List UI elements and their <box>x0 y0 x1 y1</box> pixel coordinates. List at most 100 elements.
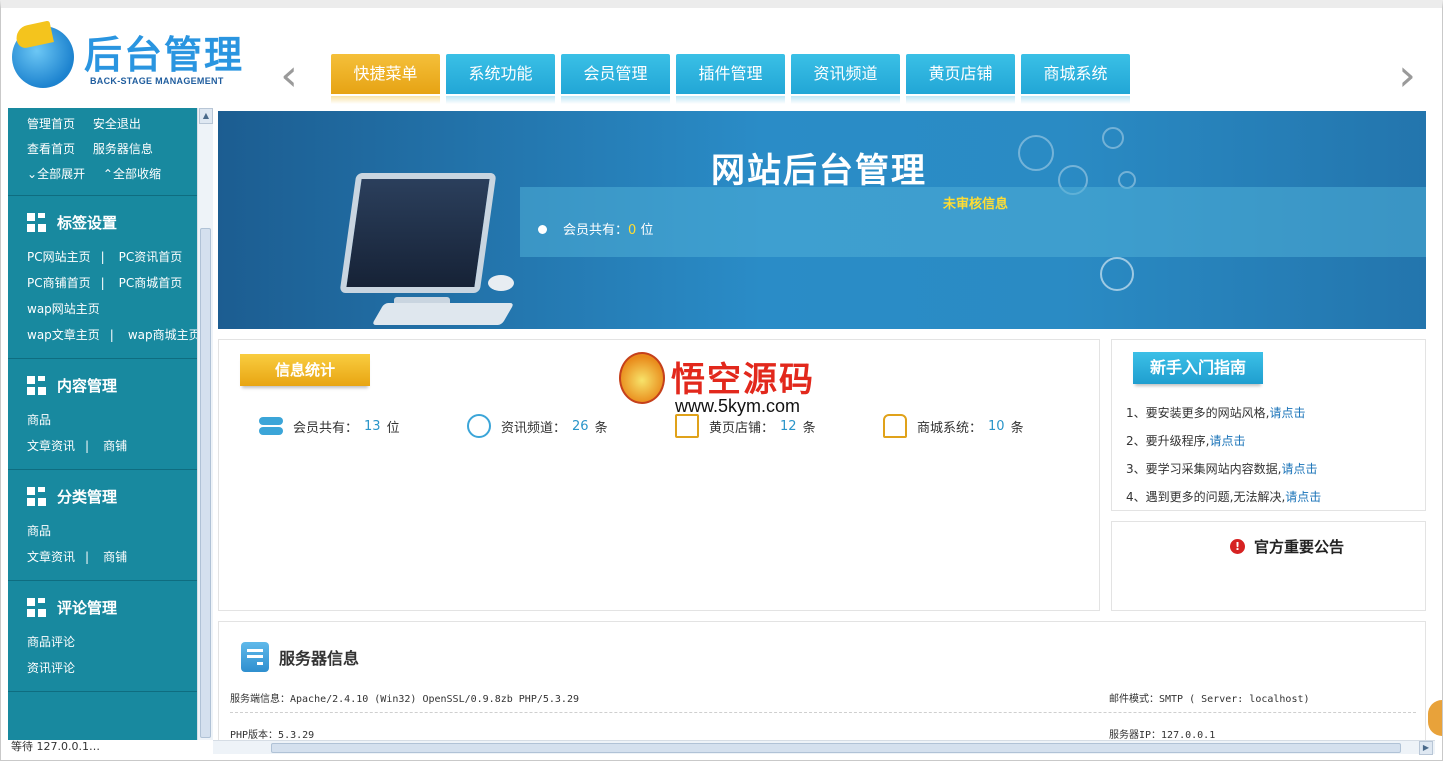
scroll-up-icon[interactable]: ▲ <box>199 108 213 124</box>
collapse-all-link[interactable]: ⌃全部收缩 <box>103 167 161 181</box>
chevron-right-icon[interactable]: › <box>1394 54 1420 98</box>
sidebar-link[interactable]: PC资讯首页 <box>119 250 183 264</box>
sidebar-link[interactable]: 商铺 <box>103 550 127 564</box>
divider: | <box>85 550 90 564</box>
scroll-right-icon[interactable]: ▶ <box>1419 741 1433 755</box>
chevron-down-icon: ⌄ <box>27 167 38 181</box>
stat-unit: 位 <box>386 420 400 436</box>
sidebar: 管理首页 安全退出 查看首页 服务器信息 ⌄全部展开 ⌃全部收缩 标签设置 PC… <box>8 108 197 740</box>
sidebar-section-tags: 标签设置 PC网站主页 | PC资讯首页 PC商铺首页 | PC商城首页 wap网站主页… <box>8 196 197 359</box>
grid-icon <box>27 376 47 396</box>
sidebar-link[interactable]: wap网站主页 <box>27 302 100 316</box>
logo-subtitle: BACK-STAGE MANAGEMENT <box>90 76 224 86</box>
mouse-illustration <box>488 275 514 291</box>
watermark: 悟空源码 www.5kym.com <box>619 348 839 418</box>
divider: | <box>100 276 105 290</box>
server-info-panel: 服务器信息 服务端信息：Apache/2.4.10 (Win32) OpenSS… <box>218 621 1426 751</box>
section-header[interactable]: 分类管理 <box>27 482 197 512</box>
divider: | <box>109 328 114 342</box>
list-item: 4、遇到更多的问题,无法解决,请点击 <box>1126 486 1321 514</box>
toggle-icon <box>259 414 283 438</box>
sidebar-section-category: 分类管理 商品 文章资讯 | 商铺 <box>8 470 197 581</box>
divider: | <box>100 250 105 264</box>
sidebar-link[interactable]: wap文章主页 <box>27 328 100 342</box>
sidebar-link[interactable]: 文章资讯 <box>27 439 75 453</box>
section-header[interactable]: 内容管理 <box>27 371 197 401</box>
guide-title: 新手入门指南 <box>1133 352 1263 384</box>
sidebar-link[interactable]: PC商城首页 <box>119 276 183 290</box>
scrollbar-thumb[interactable] <box>200 228 211 738</box>
sidebar-link-logout[interactable]: 安全退出 <box>93 117 141 131</box>
stat-value: 26 <box>572 418 589 434</box>
tab-mall[interactable]: 商城系统 <box>1021 54 1130 104</box>
sidebar-link-admin-home[interactable]: 管理首页 <box>27 117 75 131</box>
guide-link[interactable]: 请点击 <box>1269 406 1305 420</box>
guide-text: 1、要安装更多的网站风格, <box>1126 406 1270 420</box>
guide-text: 3、要学习采集网站内容数据, <box>1126 462 1282 476</box>
sidebar-link[interactable]: 资讯评论 <box>27 661 75 675</box>
sidebar-link[interactable]: 商品评论 <box>27 635 75 649</box>
list-item: 1、要安装更多的网站风格,请点击 <box>1126 402 1321 430</box>
stat-shops: 黄页店铺： 12 条 <box>675 414 883 438</box>
horizontal-scrollbar[interactable]: ▶ <box>213 740 1435 755</box>
section-header[interactable]: 标签设置 <box>27 208 197 238</box>
sidebar-link[interactable]: PC商铺首页 <box>27 276 91 290</box>
beginner-guide-panel: 新手入门指南 1、要安装更多的网站风格,请点击 2、要升级程序,请点击 3、要学… <box>1111 339 1426 511</box>
sidebar-link-server-info[interactable]: 服务器信息 <box>93 142 153 156</box>
stat-unit: 条 <box>1010 420 1024 436</box>
guide-link[interactable]: 请点击 <box>1209 434 1245 448</box>
pending-member-count: 0 <box>628 223 637 238</box>
info-stats-panel: 信息统计 悟空源码 www.5kym.com 会员共有： 13 位 资讯频道： 26 条… <box>218 339 1100 611</box>
official-notice-panel: ! 官方重要公告 <box>1111 521 1426 611</box>
section-header[interactable]: 评论管理 <box>27 593 197 623</box>
stat-unit: 条 <box>594 420 608 436</box>
stat-value: 13 <box>364 418 381 434</box>
stat-value: 10 <box>988 418 1005 434</box>
mail-mode: 邮件模式：SMTP ( Server: localhost) <box>1109 694 1310 705</box>
floating-widget[interactable] <box>1428 700 1442 736</box>
sidebar-quick-links: 管理首页 安全退出 查看首页 服务器信息 ⌄全部展开 ⌃全部收缩 <box>8 108 197 196</box>
globe-icon <box>467 414 491 438</box>
chevron-left-icon[interactable]: ‹ <box>276 54 302 98</box>
list-item: 2、要升级程序,请点击 <box>1126 430 1321 458</box>
stat-label: 黄页店铺： <box>709 420 775 436</box>
grid-icon <box>27 598 47 618</box>
stat-label: 资讯频道： <box>501 420 567 436</box>
tab-plugins[interactable]: 插件管理 <box>676 54 785 104</box>
guide-link[interactable]: 请点击 <box>1285 490 1321 504</box>
sidebar-link[interactable]: wap商城主页 <box>128 328 197 342</box>
pending-member-label: 会员共有： <box>563 223 629 238</box>
divider: | <box>85 439 90 453</box>
collapse-all-label: 全部收缩 <box>112 167 161 181</box>
tab-yellow-pages[interactable]: 黄页店铺 <box>906 54 1015 104</box>
section-title: 评论管理 <box>57 599 118 617</box>
status-bar: 等待 127.0.0.1… <box>1 740 213 760</box>
tab-news[interactable]: 资讯频道 <box>791 54 900 104</box>
pending-members-row: 会员共有：0 位 <box>538 219 653 238</box>
stat-mall: 商城系统： 10 条 <box>883 414 1091 438</box>
alert-icon: ! <box>1230 539 1245 554</box>
logo: 后台管理 BACK-STAGE MANAGEMENT <box>12 20 252 92</box>
sidebar-link-view-home[interactable]: 查看首页 <box>27 142 75 156</box>
sidebar-link[interactable]: 文章资讯 <box>27 550 75 564</box>
tab-system[interactable]: 系统功能 <box>446 54 555 104</box>
stat-label: 商城系统： <box>917 420 983 436</box>
book-icon <box>675 414 699 438</box>
sidebar-link[interactable]: 商品 <box>27 524 51 538</box>
server-title: 服务器信息 <box>279 649 360 668</box>
sidebar-link[interactable]: PC网站主页 <box>27 250 91 264</box>
tab-quick-menu[interactable]: 快捷菜单 <box>331 54 440 104</box>
stat-news: 资讯频道： 26 条 <box>467 414 675 438</box>
server-ip: 服务器IP：127.0.0.1 <box>1109 730 1216 741</box>
expand-all-link[interactable]: ⌄全部展开 <box>27 167 85 181</box>
header: 后台管理 BACK-STAGE MANAGEMENT ‹ 快捷菜单 系统功能 会… <box>8 8 1436 108</box>
tab-members[interactable]: 会员管理 <box>561 54 670 104</box>
guide-link[interactable]: 请点击 <box>1281 462 1317 476</box>
stat-unit: 条 <box>802 420 816 436</box>
sidebar-link[interactable]: 商品 <box>27 413 51 427</box>
sidebar-scrollbar[interactable]: ▲ <box>197 108 213 740</box>
sidebar-link[interactable]: 商铺 <box>103 439 127 453</box>
scrollbar-thumb[interactable] <box>271 743 1401 753</box>
keyboard-illustration <box>371 303 515 325</box>
info-stats-title: 信息统计 <box>240 354 370 386</box>
